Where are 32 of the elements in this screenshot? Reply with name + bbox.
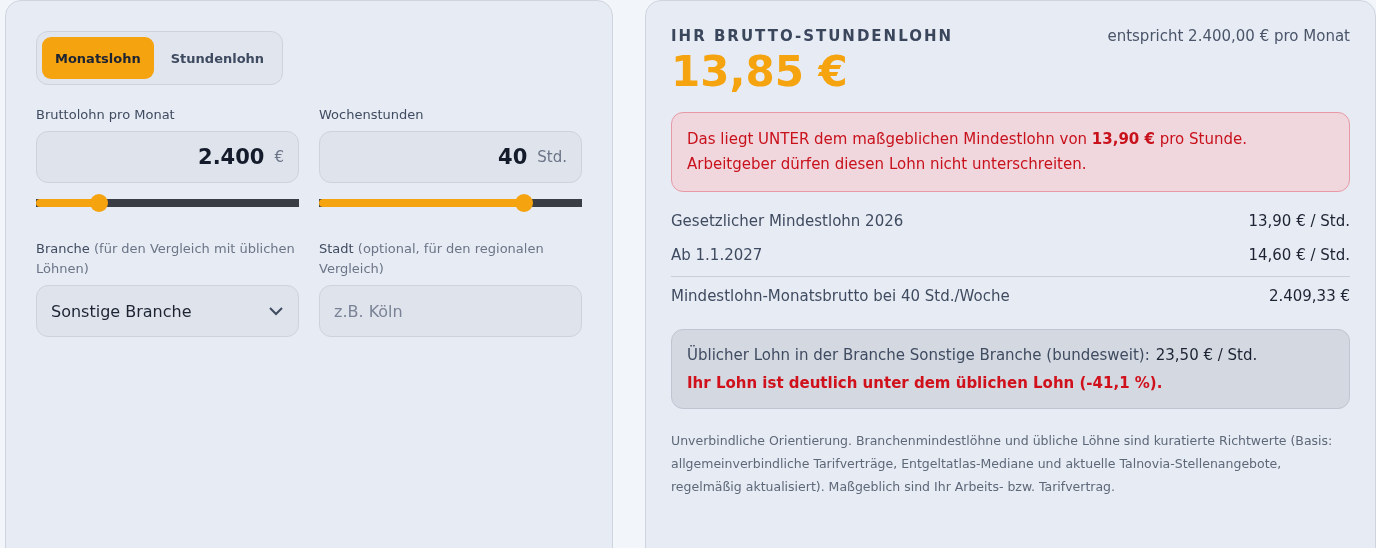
number-input[interactable]: 2.400 €: [36, 131, 299, 183]
city-input[interactable]: z.B. Köln: [319, 285, 582, 337]
rate-value: 13,90 € / Std.: [1248, 211, 1350, 232]
input-value: 2.400: [198, 145, 265, 169]
chevron-down-icon: [268, 306, 284, 316]
result-title: IHR BRUTTO-STUNDENLOHN: [671, 27, 954, 45]
field-label: Bruttolohn pro Monat: [36, 106, 176, 124]
input-value: 40: [498, 145, 528, 169]
warning-alert: Das liegt UNTER dem maßgeblichen Mindestlohn von 13,90 € pro Stunde. Arbeitgeber dürfen diesen Lohn nicht unterschreiten.: [671, 112, 1350, 192]
rate-value: 14,60 € / Std.: [1248, 245, 1350, 266]
comparison-warning: Ihr Lohn ist deutlich unter dem üblichen Lohn (-41,1 %).: [687, 373, 1164, 394]
comparison-label: Üblicher Lohn in der Branche Sonstige Branche (bundesweit):: [687, 344, 1150, 366]
rate-label: Gesetzlicher Mindestlohn 2026: [671, 211, 904, 232]
rate-label: Ab 1.1.2027: [671, 245, 763, 266]
field-label: Stadt (optional, für den regionalen Vergleich): [319, 240, 545, 278]
mode-tab[interactable]: Stundenlohn: [157, 37, 278, 79]
hourly-wage: 13,85 €: [671, 47, 848, 96]
field-label: Branche (für den Vergleich mit üblichen Löhnen): [36, 240, 296, 278]
comparison-value: 23,50 € / Std.: [1155, 345, 1258, 366]
field-label: Wochenstunden: [319, 106, 425, 124]
unit-label: Std.: [537, 148, 567, 166]
number-input[interactable]: 40 Std.: [319, 131, 582, 183]
monthly-label: Mindestlohn-Monatsbrutto bei 40 Std./Woche: [671, 286, 1010, 307]
branch-select[interactable]: Sonstige Branche: [36, 285, 299, 337]
select-value: Sonstige Branche: [51, 301, 192, 321]
slider-thumb[interactable]: [89, 194, 108, 212]
monthly-equivalent: entspricht 2.400,00 € pro Monat: [1107, 27, 1350, 45]
mode-tab[interactable]: Monatslohn: [42, 37, 154, 79]
unit-label: €: [274, 148, 284, 166]
monthly-value: 2.409,33 €: [1268, 286, 1350, 307]
slider-thumb[interactable]: [515, 194, 533, 212]
disclaimer-text: Unverbindliche Orientierung. Branchenmindestlöhne und übliche Löhne sind kuratierte Richtwerte (Basis: allgemeinverbindliche Tarifverträge, Entgeltatlas-Mediane und aktuelle Talnovia-Stellenangebote, regelmäßig aktualisiert). Maßgeblich sind Ihr Arbeits- bzw. Tarifvertrag.: [671, 432, 1334, 496]
